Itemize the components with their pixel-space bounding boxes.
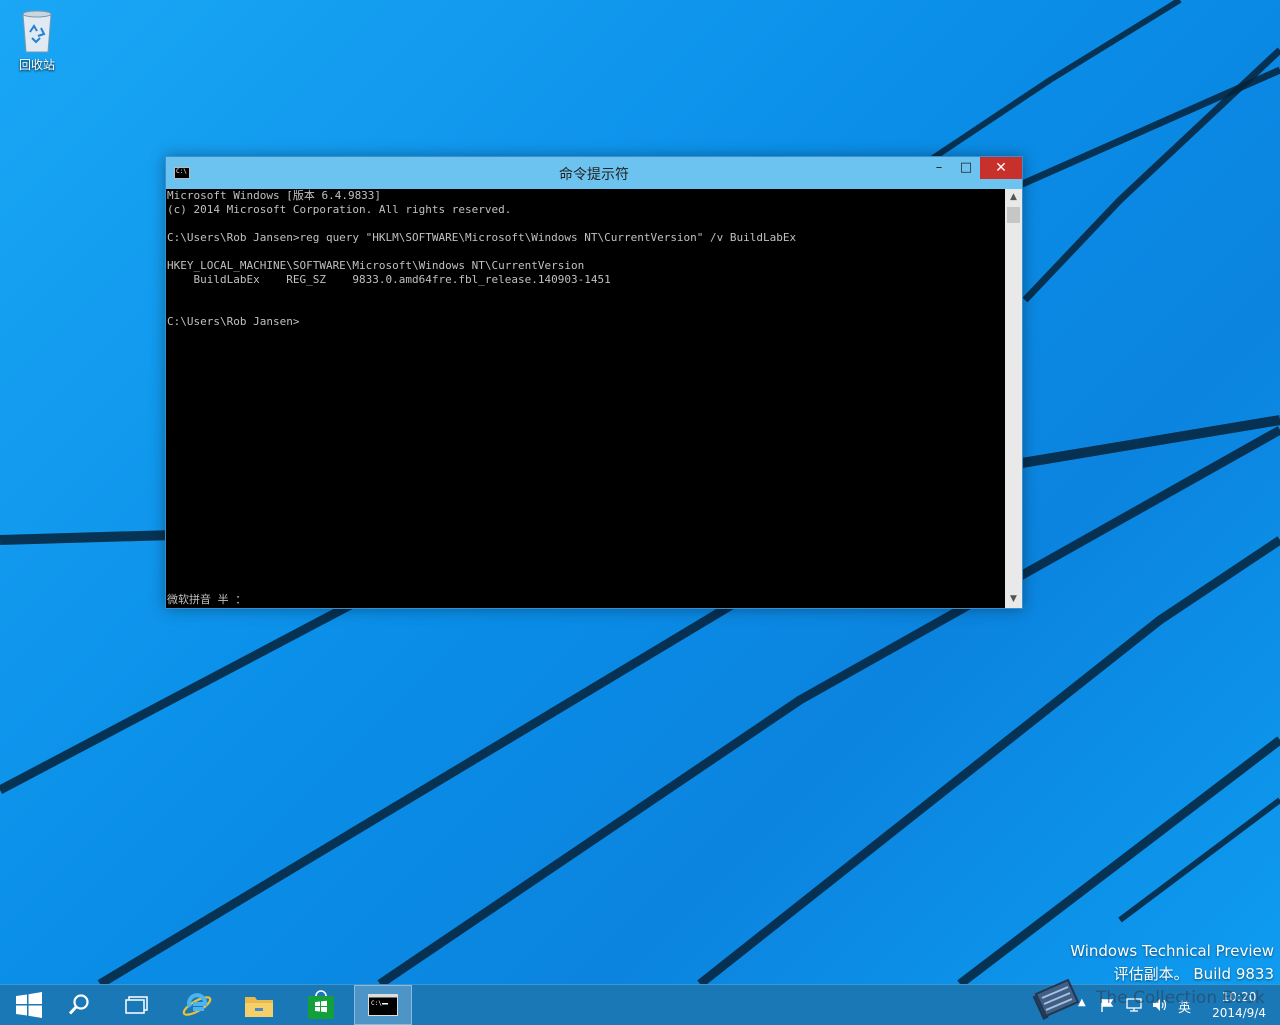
command-prompt-icon: C:\ bbox=[368, 994, 398, 1016]
minimize-button[interactable]: – bbox=[928, 157, 950, 179]
book-logo-icon bbox=[1032, 978, 1080, 1021]
scroll-down-arrow-icon[interactable]: ▼ bbox=[1005, 591, 1022, 608]
ime-status: 微软拼音 半 ： bbox=[167, 593, 247, 606]
start-icon bbox=[16, 992, 42, 1018]
window-title: 命令提示符 bbox=[559, 167, 629, 183]
console-line: Microsoft Windows [版本 6.4.9833] bbox=[167, 189, 382, 202]
site-watermark-text: The Collection Book bbox=[1096, 988, 1265, 1008]
window-titlebar[interactable]: C:\ 命令提示符 – □ ✕ bbox=[166, 157, 1022, 189]
close-button[interactable]: ✕ bbox=[980, 157, 1022, 179]
internet-explorer-icon bbox=[182, 993, 212, 1016]
console-line: HKEY_LOCAL_MACHINE\SOFTWARE\Microsoft\Wi… bbox=[167, 259, 585, 272]
command-prompt-taskbar-button[interactable]: C:\ bbox=[354, 985, 412, 1025]
vertical-scrollbar[interactable]: ▲ ▼ bbox=[1005, 189, 1022, 608]
store-button[interactable] bbox=[292, 985, 350, 1025]
task-view-button[interactable] bbox=[108, 985, 166, 1025]
scroll-up-arrow-icon[interactable]: ▲ bbox=[1005, 189, 1022, 206]
scrollbar-thumb[interactable] bbox=[1007, 207, 1020, 223]
recycle-bin-icon bbox=[22, 10, 52, 53]
maximize-button[interactable]: □ bbox=[954, 157, 978, 179]
internet-explorer-button[interactable] bbox=[168, 985, 226, 1025]
store-icon bbox=[308, 990, 334, 1019]
task-view-icon bbox=[125, 996, 148, 1014]
command-prompt-window[interactable]: C:\ 命令提示符 – □ ✕ Microsoft Windows [版本 6.… bbox=[165, 156, 1023, 609]
console-line: C:\Users\Rob Jansen> bbox=[167, 315, 300, 328]
watermark-line-1: Windows Technical Preview bbox=[1070, 942, 1274, 960]
console-text: Microsoft Windows [版本 6.4.9833] (c) 2014… bbox=[166, 189, 1005, 329]
console-line: C:\Users\Rob Jansen>reg query "HKLM\SOFT… bbox=[167, 231, 797, 244]
taskbar: C:\ ▲ 英 10:20 2014/9/4 bbox=[0, 984, 1280, 1025]
recycle-bin-label: 回收站 bbox=[18, 58, 55, 72]
search-button[interactable] bbox=[50, 985, 108, 1025]
console-line: (c) 2014 Microsoft Corporation. All righ… bbox=[167, 203, 512, 216]
console-line: BuildLabEx REG_SZ 9833.0.amd64fre.fbl_re… bbox=[167, 273, 611, 286]
console-output[interactable]: Microsoft Windows [版本 6.4.9833] (c) 2014… bbox=[166, 189, 1005, 608]
recycle-bin[interactable]: 回收站 bbox=[8, 6, 66, 72]
file-explorer-button[interactable] bbox=[230, 985, 288, 1025]
build-watermark: Windows Technical Preview 评估副本。 Build 98… bbox=[1070, 940, 1274, 984]
svg-text:C:\: C:\ bbox=[371, 1000, 382, 1007]
search-icon bbox=[68, 994, 89, 1015]
file-explorer-icon bbox=[245, 997, 273, 1017]
watermark-line-2: 评估副本。 Build 9833 bbox=[1113, 965, 1274, 983]
desktop: 回收站 C:\ 命令提示符 – □ ✕ Microsoft Windows [版… bbox=[0, 0, 1280, 984]
